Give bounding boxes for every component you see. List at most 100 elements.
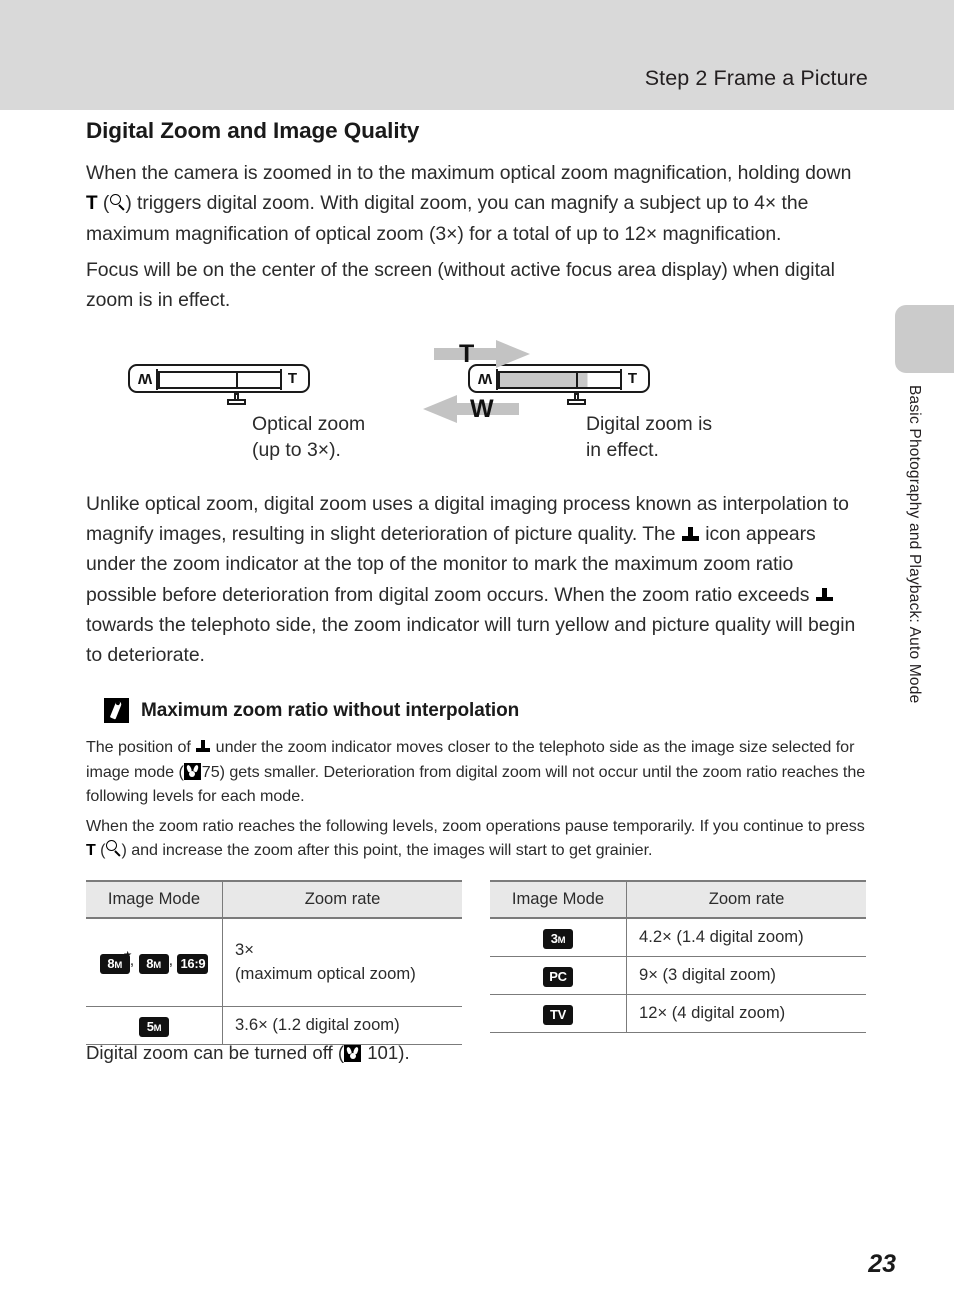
note-paragraph-2: When the zoom ratio reaches the followin…: [86, 816, 865, 860]
badge-text: PC: [549, 968, 567, 984]
note-2-text-b: ) and increase the zoom after this point…: [121, 841, 653, 860]
wide-letter: W: [138, 370, 153, 388]
body-paragraph-2: Focus will be on the center of the scree…: [86, 258, 835, 311]
deterioration-marker-icon: [227, 393, 246, 406]
chapter-side-tab: [895, 305, 954, 373]
note-1-ref: 75: [201, 762, 220, 781]
table-header-row: Image Mode Zoom rate: [490, 879, 866, 919]
figure-caption-right-line2: in effect.: [586, 439, 659, 462]
zoom-indicator-figure: W T W T T W Optical zoom (up to 3×). Dig…: [86, 335, 868, 483]
badge-text: TV: [549, 1006, 566, 1022]
note-2-text-a: When the zoom ratio reaches the followin…: [86, 816, 865, 835]
mark-base: [196, 747, 211, 752]
chapter-side-tab-label: Basic Photography and Playback: Auto Mod…: [906, 385, 923, 704]
arrow-right-icon: [434, 340, 530, 369]
zoom-rate-line1: 3×: [235, 939, 254, 959]
zoom-bar-tele-label: T: [620, 369, 643, 390]
zoom-bar-wide-label: W: [475, 369, 498, 390]
tail-ref: 101: [367, 1041, 399, 1063]
arrow-left-wide: W: [423, 393, 519, 425]
zoom-rate-line2: (maximum optical zoom): [235, 963, 416, 983]
zoom-bar-optical: W T: [128, 364, 310, 405]
badge-separator: ,: [129, 951, 139, 969]
page-reference-icon: [344, 1044, 362, 1062]
figure-caption-left-line1: Optical zoom: [252, 413, 366, 436]
deterioration-mark-icon: [815, 587, 833, 603]
tele-button-glyph: T: [86, 842, 96, 860]
zoom-bar-digital-segment: [238, 370, 283, 389]
section-heading: Digital Zoom and Image Quality: [86, 118, 420, 143]
note-header: Maximum zoom ratio without interpolation: [104, 698, 868, 724]
page-number: 23: [868, 1250, 896, 1278]
image-mode-badge: TV: [543, 1004, 573, 1025]
zoom-rate-cell: 4.2× (1.4 digital zoom): [626, 917, 866, 957]
page-content: Digital Zoom and Image Quality When the …: [86, 118, 868, 1066]
column-header-zoom-rate: Zoom rate: [626, 879, 866, 919]
marker-base: [567, 399, 586, 405]
zoom-bar-optical-segment: [158, 370, 238, 389]
badge-text: 16:9: [180, 955, 206, 971]
image-mode-cell: 5M: [86, 1006, 223, 1045]
image-mode-badge: 3M: [543, 928, 573, 949]
zoom-rate-table-left: Image Mode Zoom rate 8M, 8M, 16:9 3× (ma…: [86, 879, 462, 1045]
note-title: Maximum zoom ratio without interpolation: [141, 699, 520, 721]
page-reference-icon: [183, 762, 201, 780]
page-header-title: Step 2 Frame a Picture: [644, 66, 868, 90]
paragraph-1-text-b: ) triggers digital zoom. With digital zo…: [86, 192, 809, 246]
table-row: PC 9× (3 digital zoom): [490, 956, 866, 995]
wide-letter: W: [478, 370, 493, 388]
image-mode-badge: 8M: [138, 953, 169, 974]
figure-caption-left: Optical zoom (up to 3×).: [252, 411, 365, 463]
image-mode-cell: 3M: [490, 917, 627, 957]
body-paragraph-3: Unlike optical zoom, digital zoom uses a…: [86, 489, 868, 670]
badge-sub: M: [153, 1022, 162, 1034]
zoom-rate-cell: 9× (3 digital zoom): [626, 956, 866, 995]
note-paragraph-1: The position of under the zoom indicator…: [86, 735, 868, 809]
zoom-rate-cell: 12× (4 digital zoom): [626, 994, 866, 1033]
image-mode-cell: TV: [490, 994, 627, 1033]
zoom-bar-wide-label: W: [135, 369, 158, 390]
figure-caption-right: Digital zoom is in effect.: [586, 411, 712, 463]
image-mode-badge: PC: [543, 966, 573, 987]
badge-separator: ,: [168, 951, 178, 969]
image-mode-badge: 16:9: [177, 953, 209, 974]
badge-text: 3: [550, 930, 558, 946]
note-1-text-a: The position of: [86, 738, 196, 757]
magnifier-icon: [109, 194, 125, 212]
table-row: 3M 4.2× (1.4 digital zoom): [490, 917, 866, 957]
table-header-row: Image Mode Zoom rate: [86, 879, 462, 919]
mark-stem: [821, 587, 827, 597]
deterioration-marker-icon: [567, 393, 586, 406]
zoom-bar-tele-label: T: [280, 369, 303, 390]
zoom-bar-digital-segment: [578, 370, 623, 389]
column-header-zoom-rate: Zoom rate: [222, 879, 462, 919]
image-mode-cell: PC: [490, 956, 627, 995]
deterioration-mark-icon: [196, 740, 211, 753]
column-header-image-mode: Image Mode: [86, 879, 223, 919]
zoom-rate-cell: 3.6× (1.2 digital zoom): [222, 1006, 462, 1045]
arrow-right-tele: T: [434, 338, 530, 370]
tele-button-glyph: T: [86, 193, 98, 215]
ref-icon-dot: [189, 770, 196, 777]
paragraph-1-text-a: When the camera is zoomed in to the maxi…: [86, 162, 852, 184]
mark-base: [681, 536, 699, 541]
zoom-rate-cell: 3× (maximum optical zoom): [222, 917, 462, 1007]
table-row: 5M 3.6× (1.2 digital zoom): [86, 1006, 462, 1045]
page-header-band: [0, 0, 954, 110]
mark-stem: [687, 527, 693, 537]
magnifier-icon: [105, 840, 121, 858]
badge-sub: M: [557, 934, 566, 946]
tail-text-b: ).: [398, 1041, 410, 1063]
image-mode-cell: 8M, 8M, 16:9: [86, 917, 223, 1007]
arrow-wide-letter: W: [470, 395, 494, 424]
pencil-icon: [104, 698, 129, 724]
arrow-tele-letter: T: [459, 340, 475, 369]
zoom-bar-track: [498, 370, 623, 389]
deterioration-mark-icon: [681, 527, 699, 542]
zoom-bar-optical-segment: [498, 370, 578, 389]
zoom-bar-track: [158, 370, 283, 389]
marker-base: [227, 399, 246, 405]
ref-icon-dot: [349, 1052, 356, 1059]
zoom-bar-shell: W T: [128, 364, 310, 394]
column-header-image-mode: Image Mode: [490, 879, 627, 919]
